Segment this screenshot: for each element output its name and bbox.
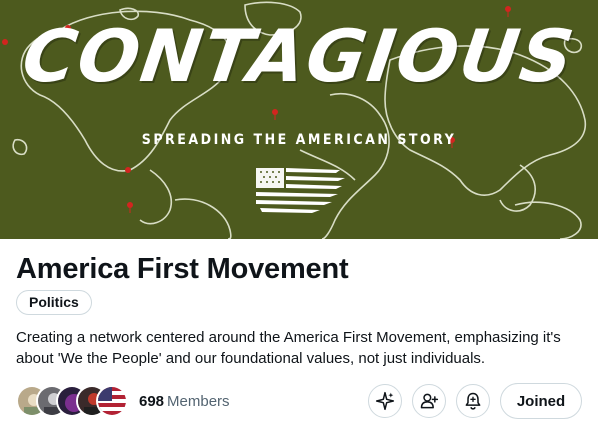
- community-banner: CONTAGIOUS SPREADING THE AMERICAN STORY: [0, 0, 598, 239]
- community-name: America First Movement: [16, 253, 349, 285]
- invite-button[interactable]: [412, 384, 446, 418]
- grok-button[interactable]: [368, 384, 402, 418]
- banner-title: CONTAGIOUS: [17, 14, 581, 98]
- add-user-icon: [420, 393, 439, 409]
- community-description: Creating a network centered around the A…: [16, 329, 561, 367]
- avatar: [96, 385, 128, 417]
- joined-button[interactable]: Joined: [500, 383, 582, 419]
- member-avatars[interactable]: [16, 385, 136, 417]
- banner-subtitle: SPREADING THE AMERICAN STORY: [141, 132, 457, 148]
- topic-tag[interactable]: Politics: [16, 290, 92, 315]
- members-label: Members: [167, 393, 230, 410]
- flag-graphic: [256, 168, 345, 213]
- sparkle-icon: [375, 391, 395, 411]
- member-count[interactable]: 698 Members: [139, 393, 230, 410]
- bell-plus-icon: [465, 392, 481, 410]
- member-count-value: 698: [139, 393, 165, 410]
- notifications-button[interactable]: [456, 384, 490, 418]
